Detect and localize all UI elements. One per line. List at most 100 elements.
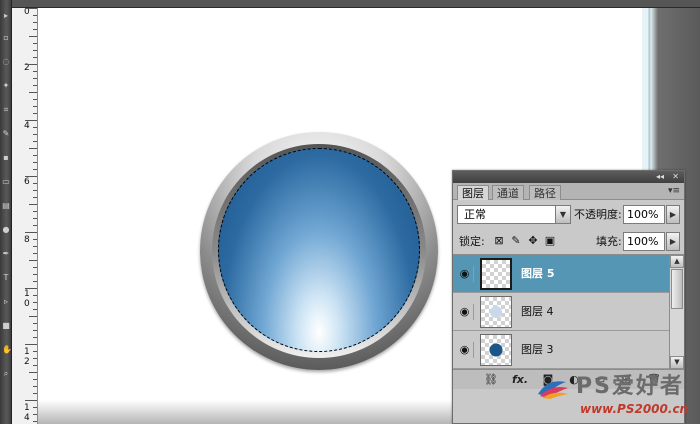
ruler-tick	[33, 15, 37, 16]
layer-name[interactable]: 图层 3	[521, 342, 554, 358]
opacity-slider-arrow-icon[interactable]: ▶	[666, 205, 680, 224]
lasso-tool-icon[interactable]: ◌	[2, 58, 10, 66]
ruler-mark: 1	[24, 403, 30, 413]
panel-menu-icon[interactable]: ▾≡	[668, 186, 680, 196]
scroll-up-icon[interactable]: ▲	[670, 255, 684, 268]
ruler-tick	[25, 120, 37, 121]
ruler-tick	[33, 85, 37, 86]
tab-layers[interactable]: 图层	[457, 185, 489, 200]
ruler-tick	[33, 190, 37, 191]
scroll-thumb[interactable]	[671, 269, 683, 309]
ruler-tick	[33, 134, 37, 135]
layer-name[interactable]: 图层 4	[521, 304, 554, 320]
move-tool-icon[interactable]: ▸	[2, 12, 10, 20]
stamp-tool-icon[interactable]: ▪	[2, 154, 10, 162]
eye-icon[interactable]: ◉	[456, 342, 474, 358]
ruler-tick	[33, 309, 37, 310]
lock-position-icon[interactable]: ✥	[527, 235, 539, 247]
layer-row-4[interactable]: ◉ 图层 4	[453, 293, 669, 331]
ruler-tick	[33, 253, 37, 254]
ruler-tick	[33, 29, 37, 30]
eye-icon[interactable]: ◉	[456, 304, 474, 320]
layer-row-3[interactable]: ◉ 图层 3	[453, 331, 669, 369]
panel-titlebar[interactable]: ◂◂ ✕	[453, 171, 684, 183]
ruler-mark: 2	[24, 63, 30, 73]
ruler-mark: 1	[24, 347, 30, 357]
fill-input[interactable]: 100%	[623, 232, 665, 251]
marquee-tool-icon[interactable]: ▫	[2, 34, 10, 42]
ruler-tick	[29, 372, 37, 373]
shape-tool-icon[interactable]: ■	[2, 322, 10, 330]
tab-channels[interactable]: 通道	[492, 185, 524, 200]
layer-row-5[interactable]: ◉ 图层 5	[453, 255, 669, 293]
thumbnail-dot	[490, 306, 502, 318]
dodge-tool-icon[interactable]: ●	[2, 226, 10, 234]
ruler-tick	[33, 302, 37, 303]
lock-fill-row: 锁定: ⊠ ✎ ✥ ▣ 填充: 100% ▶	[453, 229, 684, 255]
scroll-down-icon[interactable]: ▼	[670, 356, 684, 369]
close-icon[interactable]: ✕	[672, 172, 679, 182]
ruler-tick	[25, 8, 37, 9]
ruler-mark: 2	[24, 357, 30, 367]
layers-scrollbar[interactable]: ▲ ▼	[669, 255, 684, 369]
ruler-tick	[33, 225, 37, 226]
hand-tool-icon[interactable]: ✋	[2, 346, 12, 354]
ruler-tick	[33, 197, 37, 198]
ruler-tick	[29, 92, 37, 93]
eraser-tool-icon[interactable]: ▭	[2, 178, 10, 186]
link-icon[interactable]: ⛓	[483, 373, 499, 387]
vertical-ruler: 0 2 4 6 8 1 0 1 2 1 4	[12, 8, 38, 424]
ruler-tick	[25, 176, 37, 177]
selection-marquee	[218, 148, 420, 352]
ruler-mark: 1	[24, 289, 30, 299]
ruler-mark: 4	[24, 413, 30, 423]
ruler-tick	[33, 323, 37, 324]
opacity-input[interactable]: 100%	[623, 205, 665, 224]
gradient-tool-icon[interactable]: ▤	[2, 202, 10, 210]
site-watermark: PS爱好者 www.PS2000.cn	[536, 372, 696, 422]
ruler-tick	[33, 414, 37, 415]
ruler-tick	[33, 155, 37, 156]
ruler-tick	[33, 106, 37, 107]
wand-tool-icon[interactable]: ✦	[2, 82, 10, 90]
ruler-tick	[33, 337, 37, 338]
path-select-tool-icon[interactable]: ▹	[2, 298, 10, 306]
ruler-tick	[33, 99, 37, 100]
ruler-tick	[29, 204, 37, 205]
opacity-label: 不透明度:	[574, 208, 622, 221]
lock-pixels-icon[interactable]: ✎	[510, 235, 522, 247]
fill-slider-arrow-icon[interactable]: ▶	[666, 232, 680, 251]
ruler-tick	[33, 246, 37, 247]
ruler-tick	[33, 386, 37, 387]
crop-tool-icon[interactable]: ⌗	[2, 106, 10, 114]
pen-tool-icon[interactable]: ✒	[2, 250, 10, 258]
ruler-tick	[33, 211, 37, 212]
ruler-tick	[33, 365, 37, 366]
watermark-url: www.PS2000.cn	[580, 402, 689, 416]
brush-tool-icon[interactable]: ✎	[2, 130, 10, 138]
blend-mode-select[interactable]: 正常 ▼	[457, 205, 571, 224]
zoom-tool-icon[interactable]: ⌕	[2, 370, 10, 378]
eye-icon[interactable]: ◉	[456, 266, 474, 282]
ruler-tick	[33, 330, 37, 331]
ruler-mark: 0	[24, 7, 30, 17]
ruler-mark: 0	[24, 299, 30, 309]
fx-icon[interactable]: fx.	[511, 373, 529, 387]
ruler-tick	[33, 57, 37, 58]
lock-transparency-icon[interactable]: ⊠	[493, 235, 505, 247]
ruler-tick	[29, 316, 37, 317]
ruler-tick	[29, 36, 37, 37]
ruler-tick	[25, 64, 37, 65]
lock-all-icon[interactable]: ▣	[544, 235, 556, 247]
collapse-icon[interactable]: ◂◂	[656, 172, 664, 182]
document-top-edge	[12, 0, 700, 8]
type-tool-icon[interactable]: T	[2, 274, 10, 282]
thumbnail-dot	[489, 343, 503, 357]
chevron-down-icon[interactable]: ▼	[555, 206, 570, 223]
tab-paths[interactable]: 路径	[529, 185, 561, 200]
ruler-tick	[29, 148, 37, 149]
layer-name[interactable]: 图层 5	[521, 266, 554, 282]
ruler-tick	[33, 358, 37, 359]
ruler-tick	[33, 281, 37, 282]
ruler-tick	[25, 288, 37, 289]
